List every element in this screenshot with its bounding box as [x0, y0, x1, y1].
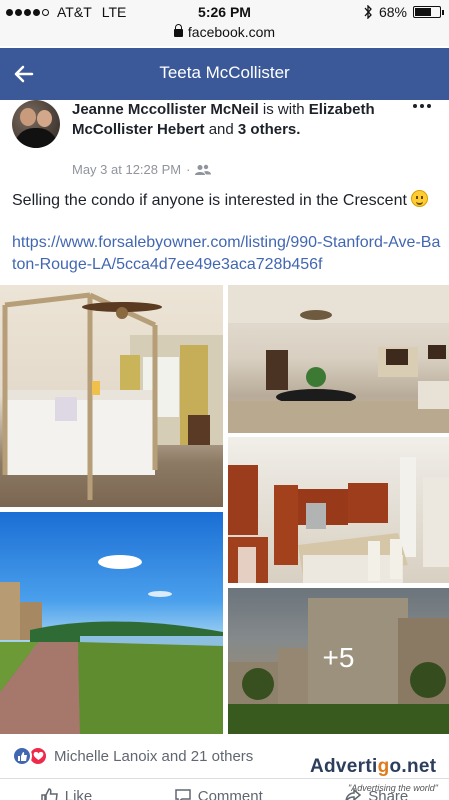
watermark-tagline: "Advertising the world" [348, 783, 438, 793]
lock-icon [173, 24, 183, 37]
tagged-others[interactable]: 3 others. [238, 121, 301, 138]
author-name[interactable]: Jeanne Mccollister McNeil [72, 101, 259, 118]
photo-kitchen[interactable] [228, 437, 449, 583]
battery-info: 68% [363, 4, 444, 20]
post-author-line: Jeanne Mccollister McNeil is with Elizab… [72, 100, 392, 140]
watermark-logo: Advertigo.net [310, 756, 437, 777]
with-text: is with [262, 101, 305, 118]
like-icon [12, 746, 32, 766]
photo-lake-path[interactable] [0, 512, 223, 734]
battery-percent: 68% [378, 4, 407, 20]
page-title: Teeta McCollister [159, 63, 290, 82]
comment-button[interactable]: Comment [174, 786, 263, 800]
thumbs-up-icon [40, 788, 58, 800]
more-photos-count: +5 [322, 642, 355, 673]
post-meta: May 3 at 12:28 PM · [72, 162, 212, 177]
author-avatar[interactable] [12, 100, 60, 148]
smile-emoji-icon [411, 190, 429, 207]
comment-icon [174, 789, 191, 800]
like-button[interactable]: Like [40, 786, 93, 800]
comment-label: Comment [197, 787, 263, 800]
like-label: Like [64, 787, 93, 800]
and-text: and [208, 121, 234, 138]
meta-separator: · [186, 162, 191, 177]
reactions-summary[interactable]: Michelle Lanoix and 21 others [12, 746, 253, 766]
post-options-button[interactable] [413, 104, 433, 114]
reactions-text: Michelle Lanoix and 21 others [54, 747, 254, 765]
page-header: Teeta McCollister [0, 48, 449, 100]
url-domain: facebook.com [187, 24, 276, 40]
listing-link[interactable]: https://www.forsalebyowner.com/listing/9… [12, 232, 442, 276]
post-text: Selling the condo if anyone is intereste… [12, 188, 437, 212]
friends-icon [195, 164, 212, 175]
post-date[interactable]: May 3 at 12:28 PM [72, 162, 181, 177]
bluetooth-icon [364, 5, 372, 19]
photo-bedroom[interactable] [0, 285, 223, 507]
post-message: Selling the condo if anyone is intereste… [12, 192, 407, 209]
watermark: Advertigo.net "Advertising the world" [302, 756, 448, 798]
status-bar: AT&T LTE 5:26 PM 68% [0, 0, 449, 24]
photo-building-more[interactable]: +5 [228, 588, 449, 734]
battery-icon [413, 6, 444, 18]
address-bar[interactable]: facebook.com [0, 24, 449, 46]
photo-living-room[interactable] [228, 285, 449, 433]
